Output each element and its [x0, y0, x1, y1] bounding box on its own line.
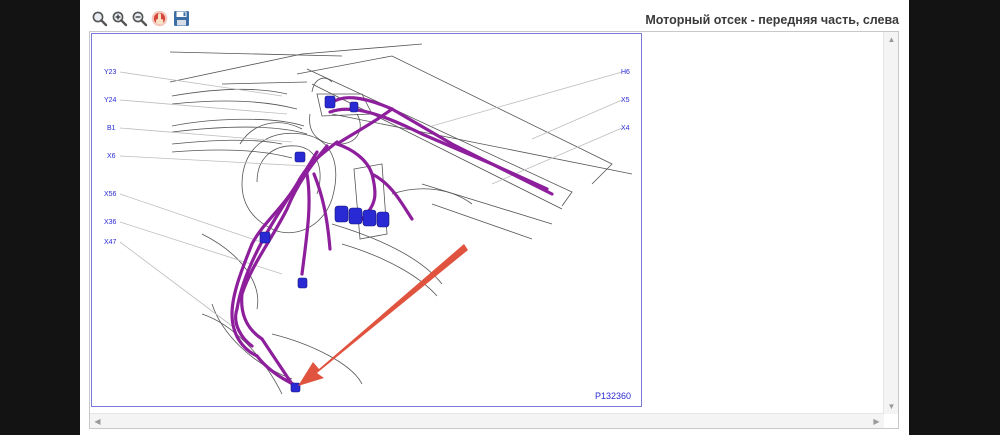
callout-label: X6	[107, 153, 116, 160]
zoom-fit-icon[interactable]	[91, 10, 108, 27]
figure-id: P132360	[595, 391, 632, 401]
callout-label: H6	[621, 69, 630, 76]
scroll-up-icon[interactable]: ▲	[884, 32, 899, 47]
callout-label: Y24	[104, 97, 117, 104]
diagram-viewport[interactable]: Y23 Y24 B1 X6 X56 X36 X47 H6 X5 X4 P1323…	[89, 31, 899, 429]
wiring-diagram: Y23 Y24 B1 X6 X56 X36 X47 H6 X5 X4 P1323…	[91, 33, 642, 407]
vertical-scrollbar[interactable]: ▲ ▼	[883, 32, 898, 414]
callout-label: Y23	[104, 69, 117, 76]
callout-label: X36	[104, 219, 117, 226]
callout-label: X5	[621, 97, 630, 104]
save-icon[interactable]	[173, 10, 190, 27]
diagram-window: Моторный отсек - передняя часть, слева Y…	[80, 0, 909, 435]
page-title: Моторный отсек - передняя часть, слева	[645, 13, 899, 27]
callout-label: X4	[621, 125, 630, 132]
horizontal-scrollbar[interactable]: ◀ ▶	[90, 413, 884, 428]
toolbar: Моторный отсек - передняя часть, слева	[80, 0, 909, 30]
scroll-left-icon[interactable]: ◀	[90, 414, 105, 429]
engine-bay-illustration	[119, 43, 633, 395]
zoom-in-icon[interactable]	[111, 10, 128, 27]
zoom-out-icon[interactable]	[131, 10, 148, 27]
callout-label: X56	[104, 191, 117, 198]
scroll-right-icon[interactable]: ▶	[869, 414, 884, 429]
callout-label: X47	[104, 239, 117, 246]
pointer-arrow	[298, 244, 468, 386]
pan-hand-icon[interactable]	[151, 10, 168, 27]
callout-label: B1	[107, 125, 116, 132]
scroll-down-icon[interactable]: ▼	[884, 399, 899, 414]
